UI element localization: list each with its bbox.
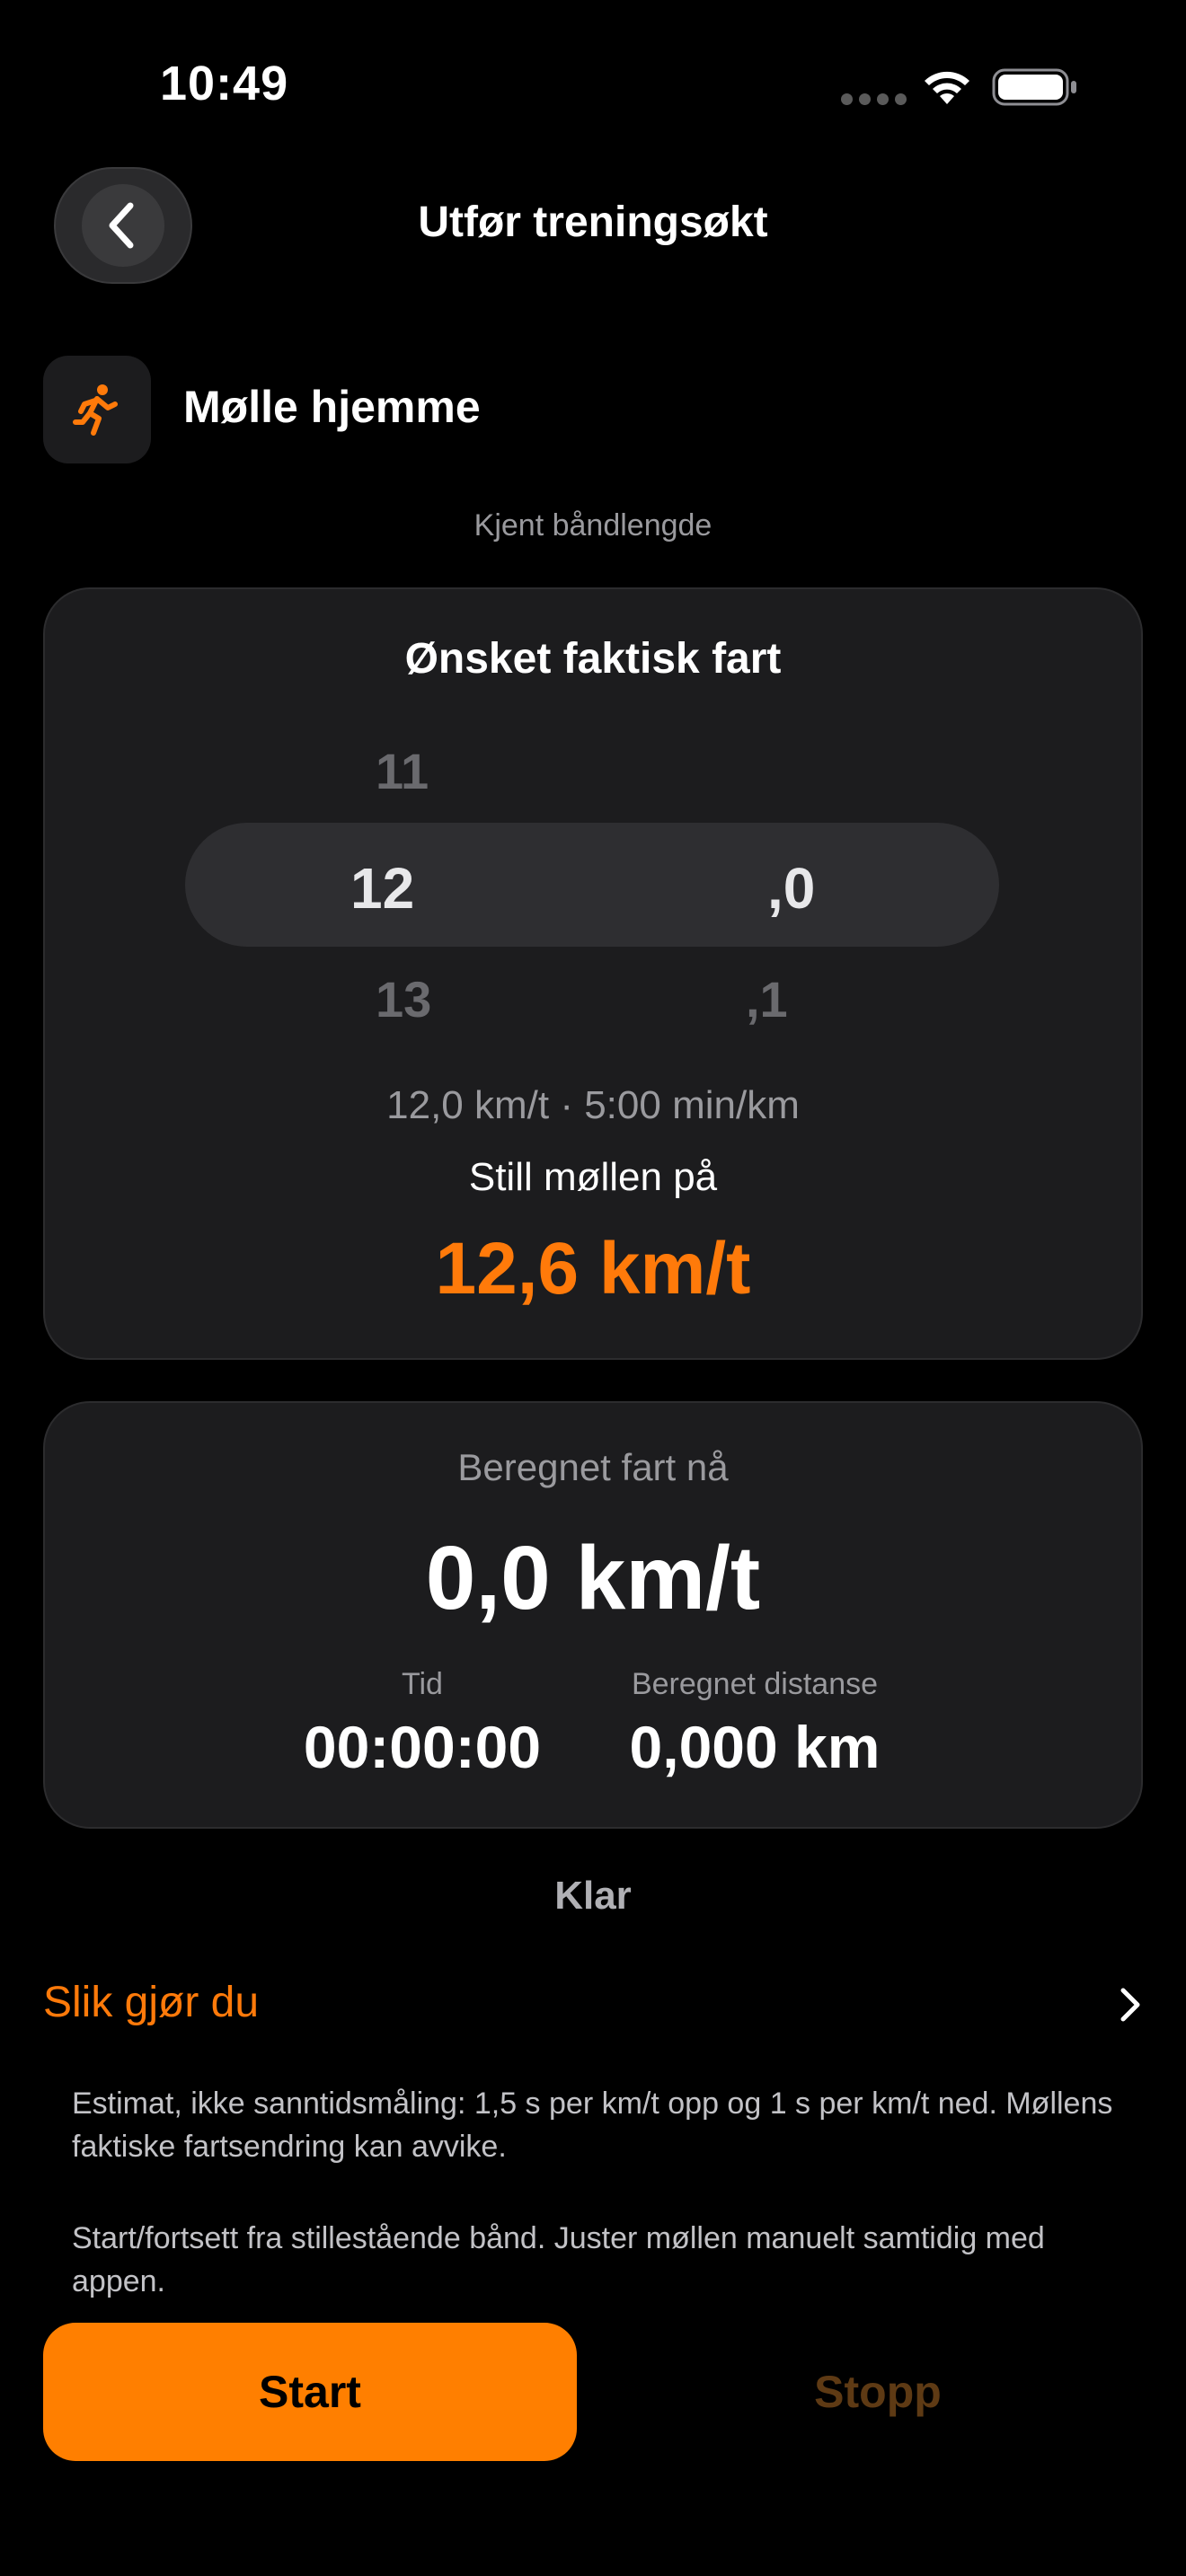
- stop-button[interactable]: Stopp: [611, 2323, 1145, 2461]
- current-speed-label: Beregnet fart nå: [457, 1446, 729, 1488]
- status-time: 10:49: [160, 57, 289, 110]
- target-speed-title: Ønsket faktisk fart: [404, 635, 782, 683]
- chevron-right-icon[interactable]: [1112, 1983, 1148, 2026]
- belt-length-label: Kjent båndlengde: [474, 508, 712, 543]
- signal-dots-icon: [841, 93, 913, 106]
- speed-picker-selection[interactable]: [185, 823, 999, 947]
- time-value: 00:00:00: [303, 1714, 542, 1780]
- current-speed-value: 0,0 km/t: [425, 1528, 761, 1628]
- info-start-text: Start/fortsett fra stillestående bånd. J…: [72, 2221, 1045, 2298]
- info-estimate-text: Estimat, ikke sanntidsmåling: 1,5 s per …: [72, 2086, 1113, 2164]
- start-button[interactable]: Start: [43, 2323, 577, 2461]
- time-label: Tid: [402, 1667, 443, 1701]
- distance-stat: Beregnet distanse 0,000 km: [593, 1667, 916, 1781]
- picker-whole-above[interactable]: 11: [376, 742, 429, 800]
- picker-decimal-selected[interactable]: ,0: [767, 855, 815, 922]
- set-treadmill-label: Still møllen på: [468, 1155, 718, 1199]
- distance-value: 0,000 km: [629, 1714, 881, 1780]
- howto-link[interactable]: Slik gjør du: [43, 1978, 259, 2027]
- pace-summary: 12,0 km/t · 5:00 min/km: [386, 1083, 800, 1127]
- battery-icon: [992, 66, 1078, 108]
- picker-decimal-below[interactable]: ,1: [746, 970, 788, 1028]
- time-stat: Tid 00:00:00: [270, 1667, 575, 1781]
- running-figure-icon: [73, 384, 118, 436]
- page-title: Utfør treningsøkt: [418, 198, 768, 246]
- session-status: Klar: [554, 1874, 632, 1918]
- set-treadmill-value: 12,6 km/t: [435, 1228, 751, 1310]
- workout-name: Mølle hjemme: [183, 382, 481, 432]
- picker-whole-selected[interactable]: 12: [350, 855, 414, 922]
- wifi-icon: [920, 65, 974, 106]
- distance-label: Beregnet distanse: [631, 1667, 879, 1701]
- workout-type-badge: [43, 356, 151, 463]
- picker-whole-below[interactable]: 13: [376, 970, 431, 1028]
